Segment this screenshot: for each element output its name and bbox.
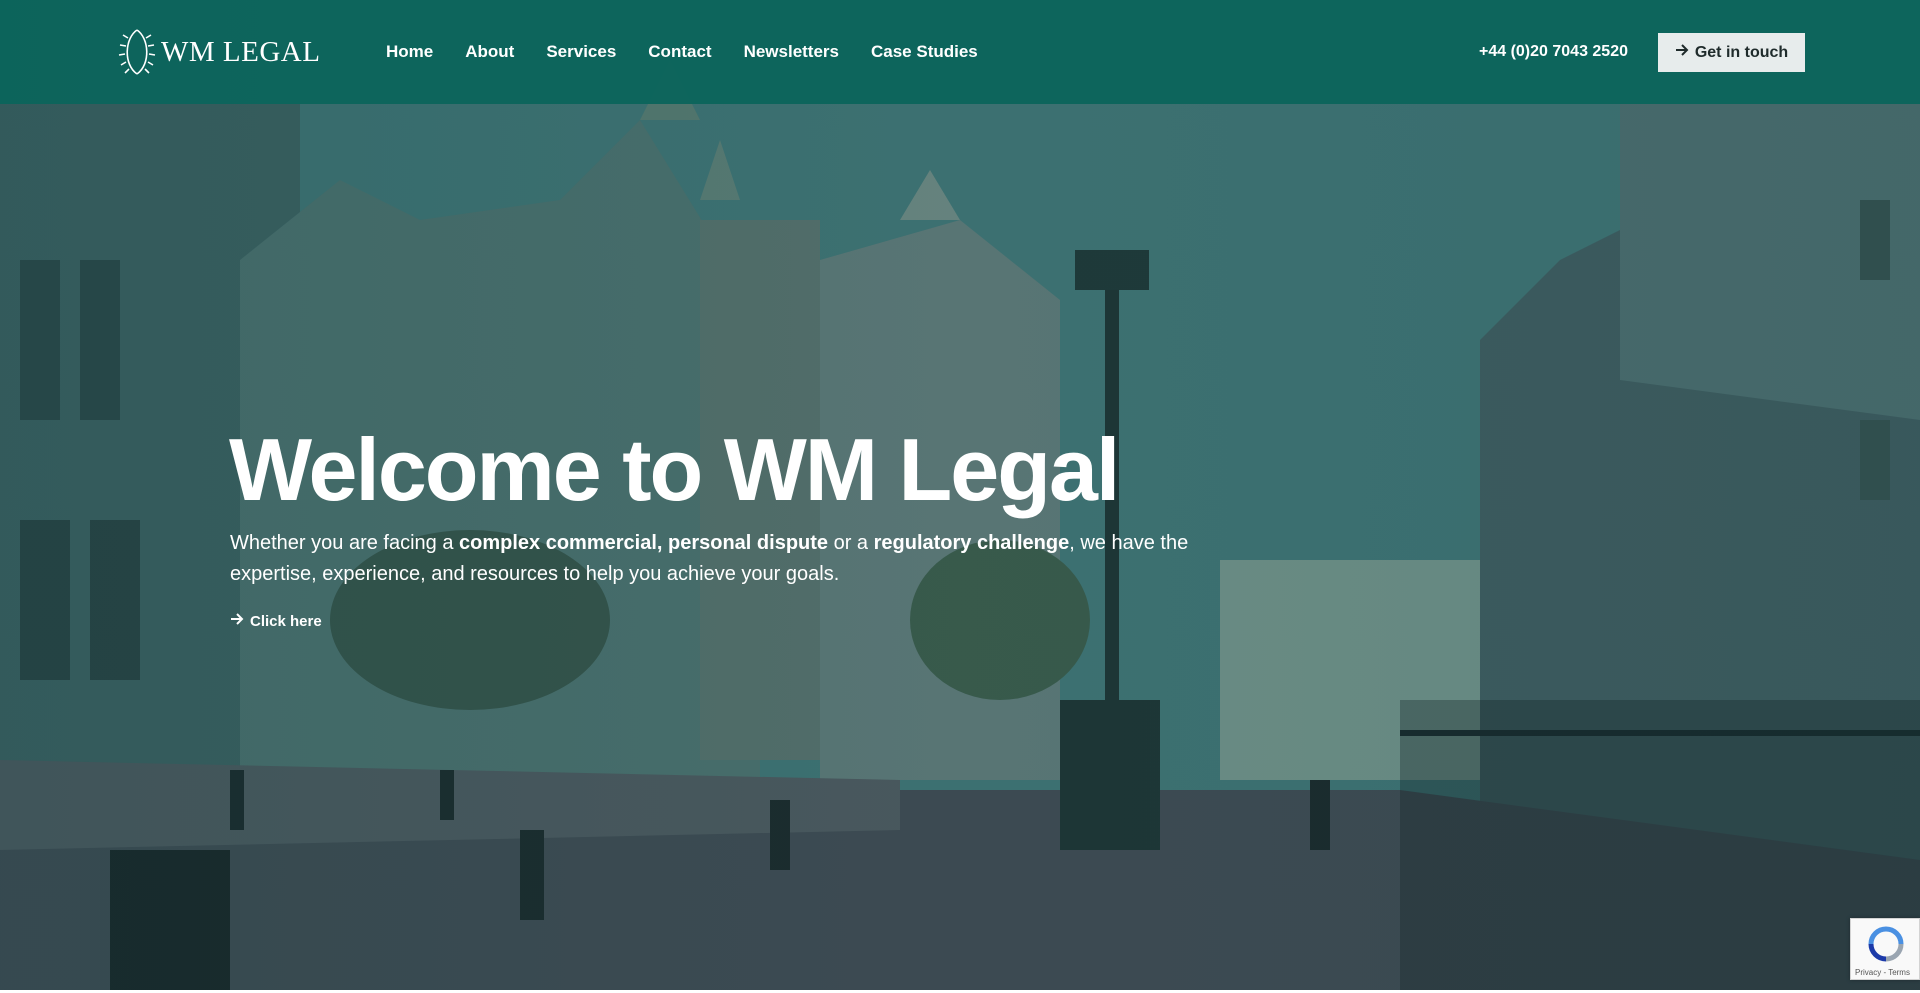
main-nav: Home About Services Contact Newsletters … [386,40,1010,64]
nav-contact[interactable]: Contact [648,40,711,64]
recaptcha-terms[interactable]: Privacy - Terms [1855,968,1910,977]
arrow-right-icon [230,611,244,633]
hero-subtitle-text: or a [828,532,874,554]
recaptcha-badge[interactable]: Privacy - Terms [1850,918,1920,980]
click-here-label: Click here [250,613,322,630]
nav-newsletters[interactable]: Newsletters [744,40,839,64]
laurel-logo-icon [118,29,156,75]
click-here-link[interactable]: Click here [230,611,322,633]
logo-text: WM LEGAL [161,35,321,68]
nav-services[interactable]: Services [546,40,616,64]
site-header: WM LEGAL Home About Services Contact New… [0,0,1920,104]
get-in-touch-label: Get in touch [1694,43,1789,61]
nav-case-studies[interactable]: Case Studies [871,40,978,64]
arrow-right-icon [1675,43,1689,62]
nav-about[interactable]: About [465,40,514,64]
hero-subtitle: Whether you are facing a complex commerc… [230,528,1240,590]
hero-subtitle-highlight: regulatory challenge [873,532,1070,554]
recaptcha-icon [1868,926,1904,962]
hero-section: Welcome to WM Legal Whether you are faci… [0,0,1920,990]
hero-subtitle-text: Whether you are facing a [230,532,460,554]
get-in-touch-button[interactable]: Get in touch [1658,33,1805,72]
hero-subtitle-highlight: complex commercial, personal dispute [459,532,829,554]
nav-home[interactable]: Home [386,40,433,64]
site-logo[interactable]: WM LEGAL [117,24,320,80]
phone-number-link[interactable]: +44 (0)20 7043 2520 [1479,40,1628,64]
hero-headline: Welcome to WM Legal [229,420,1120,519]
